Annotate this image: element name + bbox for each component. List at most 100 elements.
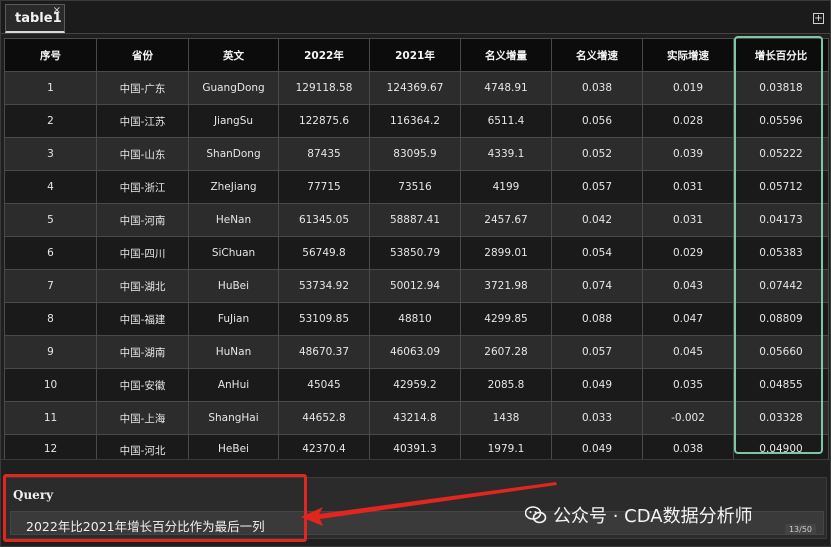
- table-cell[interactable]: 122875.6: [278, 104, 370, 138]
- table-cell[interactable]: 0.074: [551, 269, 643, 303]
- table-cell[interactable]: 6511.4: [460, 104, 552, 138]
- table-row[interactable]: 3 中国-山东 ShanDong 87435 83095.9 4339.1 0.052 0.0…: [4, 137, 829, 171]
- table-cell[interactable]: ShangHai: [188, 401, 279, 435]
- table-cell[interactable]: 5: [4, 203, 97, 237]
- table-cell[interactable]: 中国-江苏: [96, 104, 189, 138]
- table-cell[interactable]: 中国-山东: [96, 137, 189, 171]
- table-cell[interactable]: 中国-湖南: [96, 335, 189, 369]
- table-cell[interactable]: 0.031: [642, 203, 734, 237]
- column-header[interactable]: 序号: [4, 38, 97, 72]
- table-cell[interactable]: 10: [4, 368, 97, 402]
- table-cell[interactable]: 0.028: [642, 104, 734, 138]
- table-cell[interactable]: 2085.8: [460, 368, 552, 402]
- table-cell[interactable]: AnHui: [188, 368, 279, 402]
- table-cell[interactable]: 56749.8: [278, 236, 370, 270]
- table-cell[interactable]: 2: [4, 104, 97, 138]
- table-cell[interactable]: 7: [4, 269, 97, 303]
- table-cell[interactable]: -0.002: [642, 401, 734, 435]
- table-cell[interactable]: 0.05712: [733, 170, 829, 204]
- table-row[interactable]: 11 中国-上海 ShangHai 44652.8 43214.8 1438 0.033 -0…: [4, 401, 829, 435]
- table-cell[interactable]: 48670.37: [278, 335, 370, 369]
- table-cell[interactable]: 0.033: [551, 401, 643, 435]
- table-cell[interactable]: 0.038: [642, 434, 734, 459]
- table-cell[interactable]: 0.029: [642, 236, 734, 270]
- table-cell[interactable]: HuNan: [188, 335, 279, 369]
- table-cell[interactable]: ShanDong: [188, 137, 279, 171]
- table-cell[interactable]: 3: [4, 137, 97, 171]
- table-cell[interactable]: 0.057: [551, 170, 643, 204]
- table-row[interactable]: 2 中国-江苏 JiangSu 122875.6 116364.2 6511.4 0.056…: [4, 104, 829, 138]
- column-header[interactable]: 省份: [96, 38, 189, 72]
- table-cell[interactable]: 中国-河北: [96, 434, 189, 459]
- column-header[interactable]: 增长百分比: [733, 38, 829, 72]
- table-cell[interactable]: 73516: [369, 170, 461, 204]
- table-cell[interactable]: FuJian: [188, 302, 279, 336]
- table-cell[interactable]: 124369.67: [369, 71, 461, 105]
- table-row[interactable]: 7 中国-湖北 HuBei 53734.92 50012.94 3721.98 0.074 0…: [4, 269, 829, 303]
- table-row[interactable]: 6 中国-四川 SiChuan 56749.8 53850.79 2899.01 0.054…: [4, 236, 829, 270]
- table-cell[interactable]: 58887.41: [369, 203, 461, 237]
- table-cell[interactable]: 40391.3: [369, 434, 461, 459]
- table-cell[interactable]: 0.08809: [733, 302, 829, 336]
- table-cell[interactable]: 0.057: [551, 335, 643, 369]
- table-cell[interactable]: HeNan: [188, 203, 279, 237]
- table-cell[interactable]: 77715: [278, 170, 370, 204]
- table-cell[interactable]: SiChuan: [188, 236, 279, 270]
- table-cell[interactable]: 116364.2: [369, 104, 461, 138]
- table-cell[interactable]: HeBei: [188, 434, 279, 459]
- column-header[interactable]: 英文: [188, 38, 279, 72]
- table-cell[interactable]: JiangSu: [188, 104, 279, 138]
- table-cell[interactable]: 0.019: [642, 71, 734, 105]
- table-row[interactable]: 9 中国-湖南 HuNan 48670.37 46063.09 2607.28 0.057 0…: [4, 335, 829, 369]
- column-header[interactable]: 2021年: [369, 38, 461, 72]
- table-cell[interactable]: 中国-安徽: [96, 368, 189, 402]
- table-row[interactable]: 4 中国-浙江 ZheJiang 77715 73516 4199 0.057 0.031 0.…: [4, 170, 829, 204]
- table-row[interactable]: 8 中国-福建 FuJian 53109.85 48810 4299.85 0.088 0.0…: [4, 302, 829, 336]
- table-cell[interactable]: 0.05222: [733, 137, 829, 171]
- table-cell[interactable]: 129118.58: [278, 71, 370, 105]
- table-cell[interactable]: 4199: [460, 170, 552, 204]
- table-cell[interactable]: 0.043: [642, 269, 734, 303]
- table-cell[interactable]: 中国-上海: [96, 401, 189, 435]
- table-cell[interactable]: 61345.05: [278, 203, 370, 237]
- table-cell[interactable]: 4748.91: [460, 71, 552, 105]
- table-cell[interactable]: 42959.2: [369, 368, 461, 402]
- table-cell[interactable]: 50012.94: [369, 269, 461, 303]
- table-cell[interactable]: 0.056: [551, 104, 643, 138]
- table-cell[interactable]: 0.088: [551, 302, 643, 336]
- table-cell[interactable]: 44652.8: [278, 401, 370, 435]
- table-cell[interactable]: 4299.85: [460, 302, 552, 336]
- table-cell[interactable]: 0.038: [551, 71, 643, 105]
- table-cell[interactable]: 83095.9: [369, 137, 461, 171]
- table-cell[interactable]: GuangDong: [188, 71, 279, 105]
- table-cell[interactable]: 46063.09: [369, 335, 461, 369]
- table-cell[interactable]: ZheJiang: [188, 170, 279, 204]
- table-cell[interactable]: 中国-福建: [96, 302, 189, 336]
- table-row[interactable]: 1 中国-广东 GuangDong 129118.58 124369.67 4748.91…: [4, 71, 829, 105]
- table-cell[interactable]: 0.045: [642, 335, 734, 369]
- column-header[interactable]: 2022年: [278, 38, 370, 72]
- table-cell[interactable]: 中国-浙江: [96, 170, 189, 204]
- table-cell[interactable]: 0.03818: [733, 71, 829, 105]
- table-cell[interactable]: 1: [4, 71, 97, 105]
- table-cell[interactable]: 2607.28: [460, 335, 552, 369]
- table-cell[interactable]: 3721.98: [460, 269, 552, 303]
- table-cell[interactable]: HuBei: [188, 269, 279, 303]
- table-cell[interactable]: 0.047: [642, 302, 734, 336]
- table-cell[interactable]: 53109.85: [278, 302, 370, 336]
- column-header[interactable]: 实际增速: [642, 38, 734, 72]
- table-cell[interactable]: 0.04900: [733, 434, 829, 459]
- table-cell[interactable]: 2457.67: [460, 203, 552, 237]
- table-cell[interactable]: 0.042: [551, 203, 643, 237]
- table-cell[interactable]: 9: [4, 335, 97, 369]
- table-cell[interactable]: 8: [4, 302, 97, 336]
- table-cell[interactable]: 4339.1: [460, 137, 552, 171]
- table-row[interactable]: 12 中国-河北 HeBei 42370.4 40391.3 1979.1 0.049 0.0…: [4, 434, 829, 459]
- table-cell[interactable]: 42370.4: [278, 434, 370, 459]
- column-header[interactable]: 名义增量: [460, 38, 552, 72]
- table-cell[interactable]: 53850.79: [369, 236, 461, 270]
- table-cell[interactable]: 0.049: [551, 434, 643, 459]
- table-cell[interactable]: 43214.8: [369, 401, 461, 435]
- table-cell[interactable]: 0.07442: [733, 269, 829, 303]
- table-row[interactable]: 5 中国-河南 HeNan 61345.05 58887.41 2457.67 0.042 0…: [4, 203, 829, 237]
